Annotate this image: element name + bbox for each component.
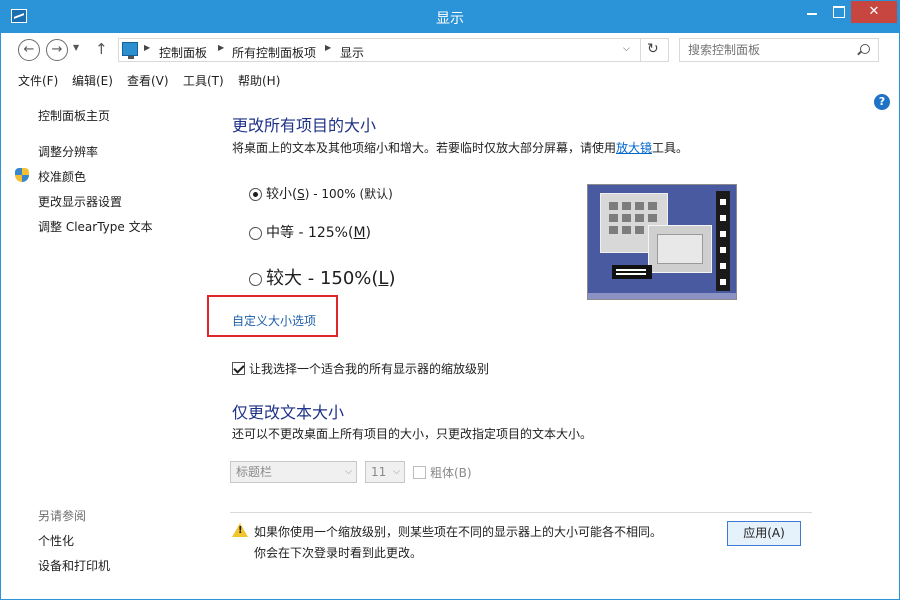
warning-icon (232, 523, 248, 537)
left-panel: 控制面板主页 调整分辨率 校准颜色 更改显示器设置 调整 ClearType 文… (1, 93, 210, 599)
refresh-icon[interactable]: ↻ (647, 41, 659, 57)
adjust-resolution-link[interactable]: 调整分辨率 (38, 143, 98, 160)
chevron-down-icon: ⌵ (393, 467, 400, 477)
radio-button[interactable] (249, 226, 262, 240)
breadcrumb-display[interactable]: 显示 (340, 44, 364, 61)
bold-checkbox-row[interactable]: 粗体(B) (413, 464, 472, 481)
control-panel-home-link[interactable]: 控制面板主页 (38, 107, 110, 124)
right-edge (893, 67, 899, 599)
preview-taskbar (612, 265, 652, 279)
recent-locations-dropdown-icon[interactable]: ▼ (73, 43, 79, 52)
warning-text-line1: 如果你使用一个缩放级别，则某些项在不同的显示器上的大小可能各不相同。 (254, 525, 663, 539)
radio-smaller[interactable]: 较小(S) - 100% (默认) (249, 183, 393, 202)
text-element-select[interactable]: 标题栏 ⌵ (230, 461, 357, 483)
radio-button[interactable] (249, 188, 262, 201)
personalization-link[interactable]: 个性化 (38, 532, 74, 549)
shield-icon (15, 168, 29, 183)
change-display-settings-link[interactable]: 更改显示器设置 (38, 193, 122, 210)
scaling-level-checkbox[interactable] (232, 362, 245, 375)
radio-medium[interactable]: 中等 - 125%(M) (249, 222, 371, 242)
description-text: 将桌面上的文本及其他项缩小和增大。若要临时仅放大部分屏幕，请使用 (232, 141, 617, 155)
adjust-cleartype-link[interactable]: 调整 ClearType 文本 (38, 218, 153, 235)
address-divider (640, 39, 641, 61)
menu-file[interactable]: 文件(F) (18, 72, 58, 89)
back-button[interactable]: ← (18, 39, 40, 61)
navigation-bar: ← → ▼ ↑ ▶ 控制面板 ▶ 所有控制面板项 ▶ 显示 ⌵ ↻ (1, 33, 899, 67)
section-description: 将桌面上的文本及其他项缩小和增大。若要临时仅放大部分屏幕，请使用放大镜工具。 (232, 139, 688, 156)
forward-button[interactable]: → (46, 39, 68, 61)
divider (230, 512, 812, 513)
address-bar[interactable]: ▶ 控制面板 ▶ 所有控制面板项 ▶ 显示 ⌵ ↻ (118, 38, 669, 62)
search-icon[interactable] (860, 44, 870, 54)
search-input[interactable] (680, 39, 850, 61)
warning-text-line2: 你会在下次登录时看到此更改。 (254, 546, 423, 560)
custom-sizing-options-link[interactable]: 自定义大小选项 (232, 312, 316, 329)
title-bar[interactable]: 显示 ✕ (1, 1, 899, 33)
window: 显示 ✕ ← → ▼ ↑ ▶ 控制面板 ▶ 所有控制面板项 ▶ 显示 ⌵ ↻ 文… (0, 0, 900, 600)
see-also-heading: 另请参阅 (38, 509, 87, 523)
bold-checkbox[interactable] (413, 466, 426, 479)
font-size-select[interactable]: 11 ⌵ (365, 461, 405, 483)
maximize-button[interactable] (825, 1, 851, 23)
radio-larger[interactable]: 较大 - 150%(L) (249, 264, 395, 290)
close-button[interactable]: ✕ (851, 1, 897, 23)
address-dropdown-icon[interactable]: ⌵ (623, 44, 630, 54)
magnifier-link[interactable]: 放大镜 (616, 141, 652, 155)
checkbox-label: 让我选择一个适合我的所有显示器的缩放级别 (249, 362, 490, 376)
devices-and-printers-link[interactable]: 设备和打印机 (38, 557, 110, 574)
breadcrumb-separator-icon[interactable]: ▶ (144, 43, 150, 52)
help-icon[interactable]: ? (874, 94, 890, 110)
up-button[interactable]: ↑ (95, 40, 108, 58)
menu-edit[interactable]: 编辑(E) (72, 72, 113, 89)
search-box[interactable] (679, 38, 879, 62)
section-title-text-only: 仅更改文本大小 (232, 403, 345, 422)
menu-help[interactable]: 帮助(H) (238, 72, 280, 89)
apply-button[interactable]: 应用(A) (727, 521, 801, 546)
breadcrumb-separator-icon[interactable]: ▶ (325, 43, 331, 52)
breadcrumb-all-items[interactable]: 所有控制面板项 (232, 44, 316, 61)
display-preview-image (587, 184, 737, 300)
radio-button[interactable] (249, 272, 262, 286)
calibrate-color-link[interactable]: 校准颜色 (38, 168, 86, 185)
menu-view[interactable]: 查看(V) (127, 72, 169, 89)
window-title: 显示 (436, 11, 464, 27)
chevron-down-icon: ⌵ (345, 467, 352, 477)
section-title-change-size: 更改所有项目的大小 (232, 116, 377, 135)
control-panel-icon (122, 42, 138, 59)
menu-tools[interactable]: 工具(T) (183, 72, 224, 89)
preview-sidebar (716, 191, 730, 291)
text-size-description: 还可以不更改桌面上所有项目的大小，只更改指定项目的文本大小。 (232, 427, 593, 441)
minimize-button[interactable] (799, 1, 825, 23)
breadcrumb-separator-icon[interactable]: ▶ (218, 43, 224, 52)
preview-window-front (648, 225, 712, 273)
breadcrumb-control-panel[interactable]: 控制面板 (159, 44, 207, 61)
menu-bar: 文件(F) 编辑(E) 查看(V) 工具(T) 帮助(H) (1, 69, 899, 91)
description-text-end: 工具。 (652, 141, 689, 155)
scaling-level-checkbox-row[interactable]: 让我选择一个适合我的所有显示器的缩放级别 (232, 360, 489, 377)
